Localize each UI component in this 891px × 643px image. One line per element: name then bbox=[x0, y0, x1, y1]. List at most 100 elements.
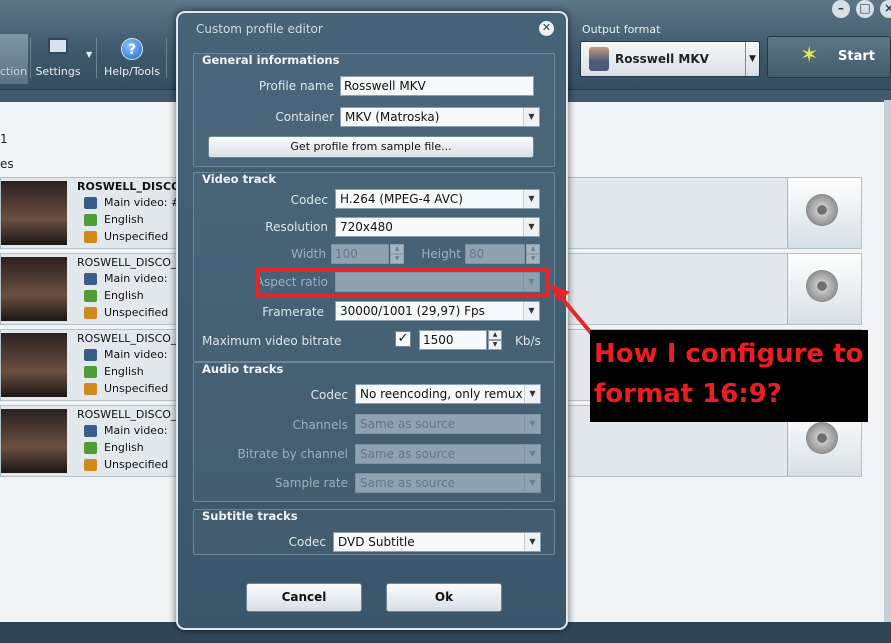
output-format-value: Rosswell MKV bbox=[615, 52, 709, 66]
height-input[interactable]: 80 bbox=[465, 244, 525, 264]
framerate-select[interactable]: 30000/1001 (29,97) Fps ▼ bbox=[335, 301, 540, 321]
subtitle-codec-select[interactable]: DVD Subtitle ▼ bbox=[333, 532, 541, 552]
container-select[interactable]: MKV (Matroska) ▼ bbox=[340, 107, 540, 127]
height-label: Height bbox=[421, 247, 461, 261]
title-thumbnail bbox=[1, 257, 67, 321]
annotation-callout: How I configure to format 16:9? bbox=[590, 330, 868, 422]
close-icon[interactable]: ✕ bbox=[539, 21, 554, 36]
bitrate-by-channel-label: Bitrate by channel bbox=[237, 447, 348, 461]
profile-name-label: Profile name bbox=[258, 79, 334, 93]
audio-track-label: English bbox=[104, 289, 144, 302]
framerate-label: Framerate bbox=[262, 305, 324, 319]
max-bitrate-checkbox[interactable]: ✓ bbox=[395, 331, 411, 347]
bitrate-by-channel-select[interactable]: Same as source ▼ bbox=[355, 444, 541, 464]
toolbar-separator bbox=[30, 38, 31, 78]
audio-icon bbox=[84, 290, 97, 302]
video-track-label: Main video: #1 bbox=[104, 196, 177, 209]
subtitle-track-label: Unspecified bbox=[104, 458, 169, 471]
settings-button[interactable]: Settings bbox=[32, 34, 84, 84]
group-title: Audio tracks bbox=[202, 362, 284, 376]
title-name: ROSWELL_DISCO_1 bbox=[77, 332, 177, 345]
convert-title-button[interactable] bbox=[787, 178, 861, 248]
video-icon bbox=[84, 425, 97, 437]
settings-icon bbox=[48, 38, 68, 54]
audio-codec-label: Codec bbox=[310, 388, 348, 402]
profile-name-input[interactable]: Rosswell MKV bbox=[340, 76, 534, 96]
minimize-icon[interactable]: – bbox=[832, 0, 850, 18]
action-button[interactable]: ction bbox=[0, 34, 28, 84]
max-bitrate-input[interactable]: 1500 bbox=[419, 330, 487, 350]
width-input[interactable]: 100 bbox=[331, 244, 389, 264]
info-line: 1 bbox=[0, 132, 8, 146]
bitrate-unit: Kb/s bbox=[515, 334, 541, 348]
channels-value: Same as source bbox=[360, 417, 456, 431]
video-track-label: Main video: bbox=[104, 348, 168, 361]
help-tools-label: Help/Tools bbox=[104, 65, 160, 78]
output-format-label: Output format bbox=[582, 23, 661, 36]
chevron-down-icon: ▼ bbox=[524, 533, 540, 551]
title-info: ROSWELL_DISCO_1 Main video: English Unsp… bbox=[77, 408, 177, 475]
annotation-highlight-box bbox=[256, 268, 550, 298]
container-value: MKV (Matroska) bbox=[345, 110, 440, 124]
title-name: ROSWELL_DISCO_1 bbox=[77, 256, 177, 269]
chevron-down-icon: ▼ bbox=[524, 415, 540, 433]
vertical-scrollbar[interactable] bbox=[884, 100, 891, 630]
group-title: General informations bbox=[202, 53, 340, 67]
custom-profile-editor-dialog: Custom profile editor ✕ General informat… bbox=[176, 11, 568, 630]
group-title: Video track bbox=[202, 172, 276, 186]
help-tools-button[interactable]: ? Help/Tools bbox=[102, 34, 162, 84]
start-label: Start bbox=[838, 49, 875, 64]
title-info: ROSWELL_DISCO_1 Main video: English Unsp… bbox=[77, 332, 177, 399]
chevron-down-icon: ▼ bbox=[523, 108, 539, 126]
audio-icon bbox=[84, 442, 97, 454]
container-label: Container bbox=[275, 110, 334, 124]
sample-rate-value: Same as source bbox=[360, 476, 456, 490]
resolution-select[interactable]: 720x480 ▼ bbox=[335, 217, 540, 237]
audio-track-label: English bbox=[104, 365, 144, 378]
toolbar-separator bbox=[166, 38, 167, 78]
video-icon bbox=[84, 273, 97, 285]
cancel-button[interactable]: Cancel bbox=[246, 583, 362, 612]
resolution-label: Resolution bbox=[265, 220, 328, 234]
height-stepper[interactable]: ▲ ▼ bbox=[526, 244, 540, 264]
close-icon[interactable]: × bbox=[880, 0, 891, 18]
subtitle-track-label: Unspecified bbox=[104, 230, 169, 243]
audio-track-line: English bbox=[77, 441, 177, 458]
title-name: ROSWELL_DISCO_ bbox=[77, 180, 177, 193]
settings-label: Settings bbox=[35, 65, 81, 78]
subtitle-track-label: Unspecified bbox=[104, 306, 169, 319]
film-reel-icon bbox=[806, 194, 838, 226]
video-track-line: Main video: bbox=[77, 348, 177, 365]
width-label: Width bbox=[291, 247, 326, 261]
subtitle-track-line: Unspecified bbox=[77, 382, 177, 399]
channels-select[interactable]: Same as source ▼ bbox=[355, 414, 541, 434]
get-profile-from-sample-button[interactable]: Get profile from sample file... bbox=[208, 136, 534, 158]
video-codec-select[interactable]: H.264 (MPEG-4 AVC) ▼ bbox=[335, 189, 540, 209]
chevron-down-icon: ▼ bbox=[524, 385, 540, 403]
magic-wand-icon: ✶ bbox=[800, 43, 819, 68]
output-format-select[interactable]: Rosswell MKV ▼ bbox=[580, 41, 760, 77]
audio-track-label: English bbox=[104, 213, 144, 226]
video-icon bbox=[84, 349, 97, 361]
subtitle-icon bbox=[84, 231, 97, 243]
convert-title-button[interactable] bbox=[787, 254, 861, 324]
title-thumbnail bbox=[1, 181, 67, 245]
audio-codec-select[interactable]: No reencoding, only remux ▼ bbox=[355, 384, 541, 404]
title-info: ROSWELL_DISCO_1 Main video: English Unsp… bbox=[77, 256, 177, 323]
video-codec-value: H.264 (MPEG-4 AVC) bbox=[340, 192, 463, 206]
max-bitrate-stepper[interactable]: ▲ ▼ bbox=[488, 330, 502, 350]
video-codec-label: Codec bbox=[290, 193, 328, 207]
subtitle-icon bbox=[84, 459, 97, 471]
start-button[interactable]: ✶ Start bbox=[767, 36, 891, 78]
video-track-line: Main video: bbox=[77, 272, 177, 289]
maximize-icon[interactable]: □ bbox=[856, 0, 874, 18]
ok-button[interactable]: Ok bbox=[386, 583, 502, 612]
action-label: ction bbox=[0, 65, 28, 78]
film-reel-icon bbox=[806, 422, 838, 454]
sample-rate-select[interactable]: Same as source ▼ bbox=[355, 473, 541, 493]
subtitle-codec-label: Codec bbox=[288, 535, 326, 549]
video-icon bbox=[84, 197, 97, 209]
audio-icon bbox=[84, 214, 97, 226]
settings-dropdown-icon[interactable]: ▼ bbox=[86, 50, 92, 59]
group-title: Subtitle tracks bbox=[202, 509, 298, 523]
